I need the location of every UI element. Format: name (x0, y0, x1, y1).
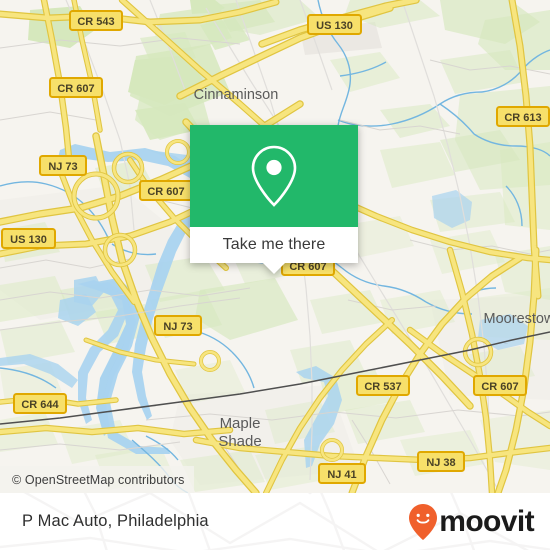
take-me-there-button[interactable]: Take me there (223, 236, 326, 254)
route-shield-label: US 130 (10, 234, 47, 246)
popup-tail (263, 263, 285, 274)
route-shield-label: US 130 (316, 20, 353, 32)
route-shield-nj-73-lower[interactable]: NJ 73 (154, 315, 202, 336)
route-shield-label: NJ 38 (426, 457, 455, 469)
moovit-wordmark: moovit (439, 504, 534, 538)
route-shield-label: CR 543 (77, 16, 114, 28)
route-shield-cr-613[interactable]: CR 613 (496, 106, 550, 127)
route-shield-nj-41[interactable]: NJ 41 (318, 463, 366, 484)
route-shield-cr-607-upper[interactable]: CR 607 (49, 77, 103, 98)
route-shield-us-130-north[interactable]: US 130 (307, 14, 362, 35)
route-shield-label: CR 607 (57, 83, 94, 95)
place-label: Maple (220, 415, 261, 432)
route-shield-label: CR 644 (21, 399, 59, 411)
page-title: P Mac Auto, Philadelphia (22, 512, 209, 530)
osm-attribution-text: © OpenStreetMap contributors (12, 472, 185, 487)
footer-bar: P Mac Auto, Philadelphia moovit (0, 493, 550, 550)
route-shield-cr-644[interactable]: CR 644 (13, 393, 67, 414)
route-shield-cr-607-middle[interactable]: CR 607 (139, 180, 193, 201)
route-shield-nj-73-upper[interactable]: NJ 73 (39, 155, 87, 176)
moovit-brand[interactable]: moovit (408, 503, 535, 541)
route-shield-label: CR 537 (364, 381, 401, 393)
route-shield-label: CR 607 (147, 186, 184, 198)
place-label: Shade (218, 433, 261, 450)
route-shield-label: CR 607 (481, 381, 518, 393)
route-shield-nj-38[interactable]: NJ 38 (417, 451, 465, 472)
popup-pin-panel (190, 125, 358, 227)
map-pin-icon (251, 145, 297, 207)
route-shield-us-130-west[interactable]: US 130 (1, 228, 56, 249)
route-shield-label: NJ 73 (48, 161, 77, 173)
route-shield-cr-537[interactable]: CR 537 (356, 375, 410, 396)
moovit-smiley-pin-icon (409, 503, 438, 540)
location-popup-card[interactable]: Take me there (190, 125, 358, 274)
route-shield-cr-607-right[interactable]: CR 607 (473, 375, 527, 396)
popup-action-bar[interactable]: Take me there (190, 227, 358, 274)
place-label: Moorestow (484, 311, 550, 327)
osm-attribution[interactable]: © OpenStreetMap contributors (0, 466, 194, 493)
moovit-map-screenshot: .park { fill:#d6e8bd; } .water { fill:#a… (0, 0, 550, 550)
route-shield-label: NJ 41 (327, 469, 356, 481)
place-label: Cinnaminson (194, 87, 279, 103)
route-shield-cr-543[interactable]: CR 543 (69, 10, 123, 31)
route-shield-label: NJ 73 (163, 321, 192, 333)
route-shield-label: CR 613 (504, 112, 541, 124)
